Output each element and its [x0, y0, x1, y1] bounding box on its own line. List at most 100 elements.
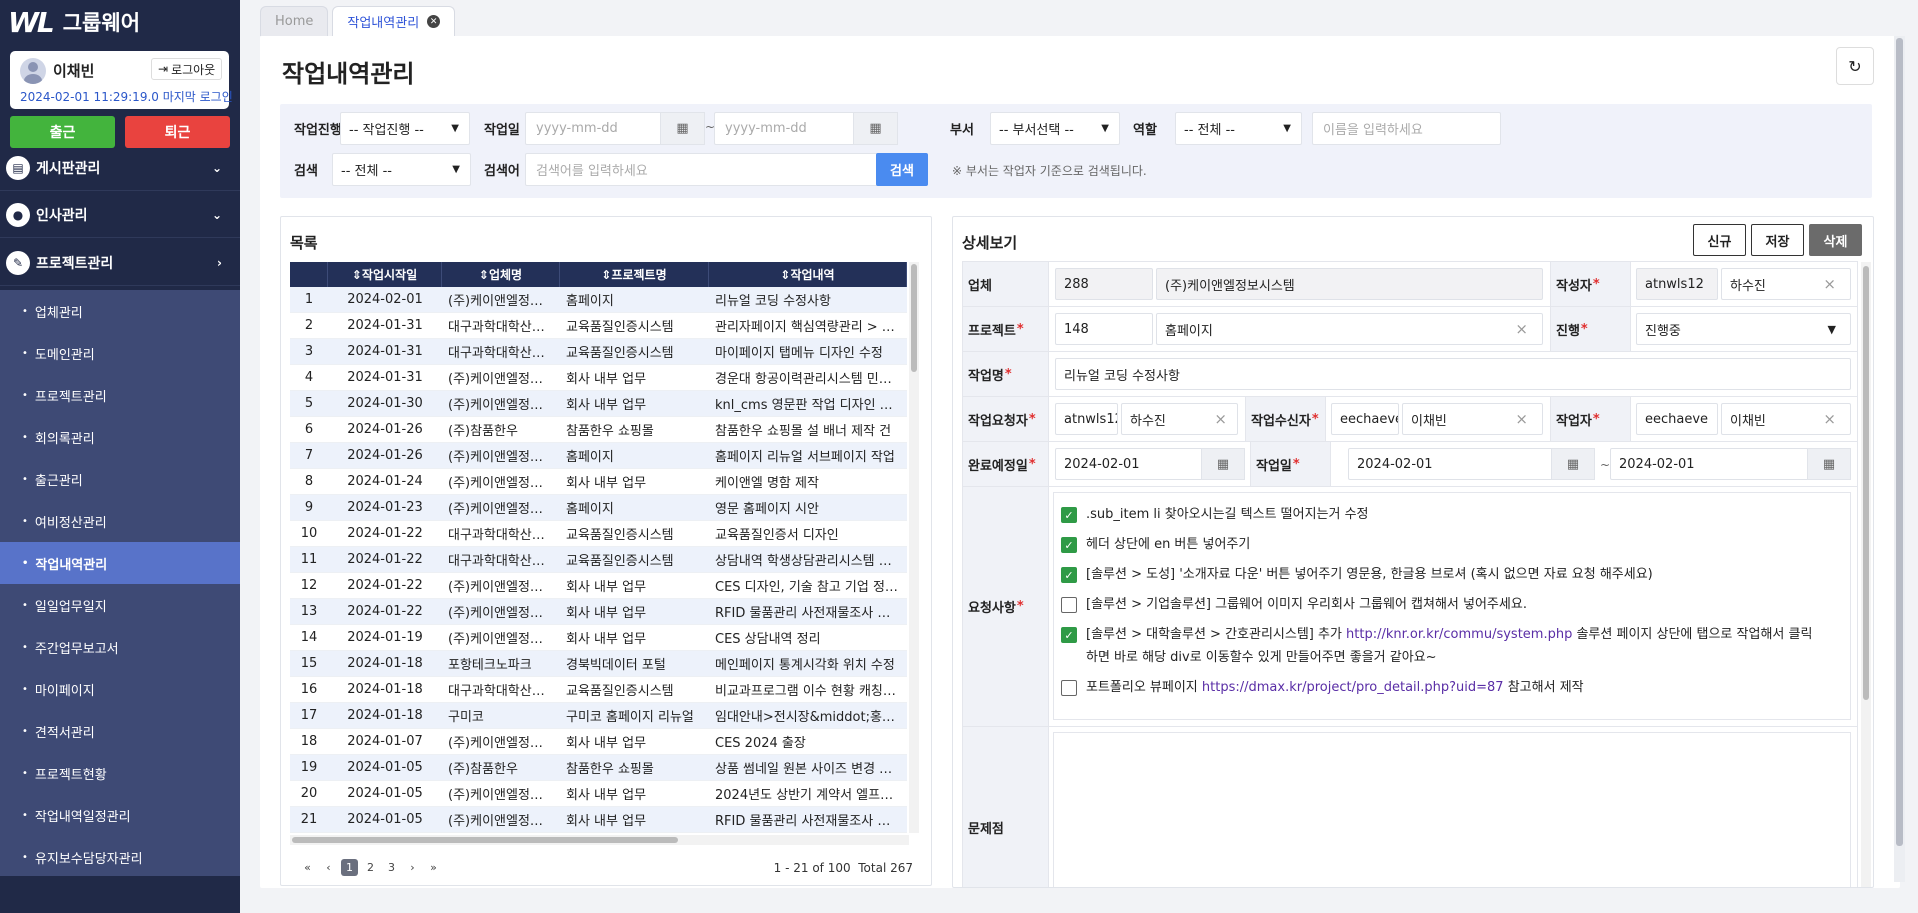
- logout-button[interactable]: ⇥ 로그아웃: [151, 58, 223, 80]
- calendar-icon[interactable]: ▦: [1807, 448, 1851, 480]
- table-row[interactable]: 16 2024-01-18 대구과학대학산… 교육품질인증시스템 비교과프로그램 이수 …: [290, 677, 907, 703]
- list-vertical-scrollbar[interactable]: [909, 262, 919, 833]
- requester-name-field[interactable]: 하수진 ×: [1121, 403, 1238, 435]
- clear-icon[interactable]: ×: [1515, 320, 1528, 338]
- clear-icon[interactable]: ×: [1823, 275, 1836, 293]
- table-row[interactable]: 3 2024-01-31 대구과학대학산… 교육품질인증시스템 마이페이지 탭메뉴 디자…: [290, 339, 907, 365]
- request-link[interactable]: https://dmax.kr/project/pro_detail.php?u…: [1202, 680, 1504, 695]
- keyword-input[interactable]: 검색어를 입력하세요: [525, 153, 880, 186]
- column-header-start-date[interactable]: ⇕ 작업시작일: [328, 262, 442, 287]
- name-input[interactable]: 이름을 입력하세요: [1312, 112, 1501, 145]
- prev-page-button[interactable]: ‹: [320, 859, 337, 876]
- table-row[interactable]: 13 2024-01-22 (주)케이앤엘정… 회사 내부 업무 RFID 물품관리 사…: [290, 599, 907, 625]
- table-row[interactable]: 21 2024-01-05 (주)케이앤엘정… 회사 내부 업무 RFID 물품관리 사…: [290, 807, 907, 833]
- table-row[interactable]: 11 2024-01-22 대구과학대학산… 교육품질인증시스템 상담내역 학생상담관리…: [290, 547, 907, 573]
- clock-in-button[interactable]: 출근: [10, 116, 115, 148]
- column-header-company[interactable]: ⇕ 업체명: [442, 262, 560, 287]
- tab-home[interactable]: Home: [260, 6, 329, 36]
- table-row[interactable]: 12 2024-01-22 (주)케이앤엘정… 회사 내부 업무 CES 디자인, 기술…: [290, 573, 907, 599]
- app-logo[interactable]: WL 그룹웨어: [0, 0, 240, 44]
- page-button[interactable]: 3: [383, 859, 400, 876]
- table-row[interactable]: 9 2024-01-23 (주)케이앤엘정… 홈페이지 영문 홈페이지 시안: [290, 495, 907, 521]
- company-code-field[interactable]: 288: [1055, 268, 1153, 300]
- clear-icon[interactable]: ×: [1823, 410, 1836, 428]
- table-row[interactable]: 8 2024-01-24 (주)케이앤엘정… 회사 내부 업무 케이앤엘 명함 제작: [290, 469, 907, 495]
- sidebar-item-weekly-report[interactable]: 주간업무보고서: [0, 626, 240, 668]
- clock-out-button[interactable]: 퇴근: [125, 116, 230, 148]
- menu-group-hr[interactable]: ● 인사관리 ⌄: [0, 192, 240, 238]
- sidebar-item-project[interactable]: 프로젝트관리: [0, 374, 240, 416]
- project-code-field[interactable]: 148: [1055, 313, 1153, 345]
- new-button[interactable]: 신규: [1693, 224, 1746, 256]
- writer-id-field[interactable]: atnwls12: [1636, 268, 1718, 300]
- table-row[interactable]: 4 2024-01-31 (주)케이앤엘정… 회사 내부 업무 경운대 항공이력관리시스…: [290, 365, 907, 391]
- table-row[interactable]: 20 2024-01-05 (주)케이앤엘정… 회사 내부 업무 2024년도 상반기 …: [290, 781, 907, 807]
- menu-group-board[interactable]: ▤ 게시판관리 ⌄: [0, 145, 240, 191]
- table-row[interactable]: 17 2024-01-18 구미코 구미코 홈페이지 리뉴얼 임대안내>전시장&midd…: [290, 703, 907, 729]
- requester-id-field[interactable]: atnwls12: [1055, 403, 1118, 435]
- problem-textarea[interactable]: [1053, 732, 1851, 887]
- menu-group-project[interactable]: ✎ 프로젝트관리 ›: [0, 240, 240, 286]
- calendar-icon[interactable]: ▦: [853, 112, 898, 145]
- save-button[interactable]: 저장: [1751, 224, 1804, 256]
- sidebar-item-estimate[interactable]: 견적서관리: [0, 710, 240, 752]
- table-row[interactable]: 18 2024-01-07 (주)케이앤엘정… 회사 내부 업무 CES 2024 출장: [290, 729, 907, 755]
- calendar-icon[interactable]: ▦: [1201, 448, 1245, 480]
- column-header-work[interactable]: ⇕ 작업내역: [709, 262, 907, 287]
- project-name-field[interactable]: 홈페이지 ×: [1156, 313, 1543, 345]
- page-button[interactable]: 1: [341, 859, 358, 876]
- list-horizontal-scrollbar[interactable]: [290, 835, 909, 845]
- page-vertical-scrollbar[interactable]: [1894, 36, 1905, 882]
- search-type-select[interactable]: -- 전체 -- ▼: [332, 153, 471, 186]
- writer-name-field[interactable]: 하수진 ×: [1721, 268, 1851, 300]
- sidebar-item-daily-log[interactable]: 일일업무일지: [0, 584, 240, 626]
- dept-select[interactable]: -- 부서선택 -- ▼: [990, 112, 1120, 145]
- detail-vertical-scrollbar[interactable]: [1861, 262, 1871, 887]
- sidebar-item-work-schedule[interactable]: 작업내역일정관리: [0, 794, 240, 836]
- table-row[interactable]: 6 2024-01-26 (주)참품한우 참품한우 쇼핑몰 참품한우 쇼핑몰 설 배너 …: [290, 417, 907, 443]
- checkbox[interactable]: ✓: [1061, 507, 1077, 523]
- column-header-project[interactable]: ⇕ 프로젝트명: [560, 262, 709, 287]
- company-name-field[interactable]: (주)케이앤엘정보시스템: [1156, 268, 1543, 300]
- table-row[interactable]: 19 2024-01-05 (주)참품한우 참품한우 쇼핑몰 상품 썸네일 원본 사이즈…: [290, 755, 907, 781]
- table-row[interactable]: 5 2024-01-30 (주)케이앤엘정… 회사 내부 업무 knl_cms 영문판 …: [290, 391, 907, 417]
- checkbox[interactable]: [1061, 680, 1077, 696]
- sidebar-item-mypage[interactable]: 마이페이지: [0, 668, 240, 710]
- date-from-input[interactable]: yyyy-mm-dd: [525, 112, 665, 145]
- sidebar-item-project-status[interactable]: 프로젝트현황: [0, 752, 240, 794]
- refresh-button[interactable]: ↻: [1836, 47, 1874, 85]
- date-to-input[interactable]: yyyy-mm-dd: [714, 112, 857, 145]
- worker-id-field[interactable]: eechaeve: [1636, 403, 1718, 435]
- table-row[interactable]: 10 2024-01-22 대구과학대학산… 교육품질인증시스템 교육품질인증서 디자인: [290, 521, 907, 547]
- receiver-id-field[interactable]: eechaeve: [1331, 403, 1399, 435]
- sidebar-item-maintenance[interactable]: 유지보수담당자관리: [0, 836, 240, 878]
- sidebar-item-company[interactable]: 업체관리: [0, 290, 240, 332]
- table-row[interactable]: 1 2024-02-01 (주)케이앤엘정… 홈페이지 리뉴얼 코딩 수정사항: [290, 287, 907, 313]
- tab-work-history[interactable]: 작업내역관리 ✕: [332, 6, 456, 36]
- request-link[interactable]: http://knr.or.kr/commu/system.php: [1346, 627, 1572, 642]
- page-button[interactable]: 2: [362, 859, 379, 876]
- progress-select[interactable]: -- 작업진행 -- ▼: [340, 112, 470, 145]
- table-row[interactable]: 14 2024-01-19 (주)케이앤엘정… 회사 내부 업무 CES 상담내역 정리: [290, 625, 907, 651]
- table-row[interactable]: 2 2024-01-31 대구과학대학산… 교육품질인증시스템 관리자페이지 핵심역량관…: [290, 313, 907, 339]
- checkbox[interactable]: ✓: [1061, 537, 1077, 553]
- sidebar-item-work-history[interactable]: 작업내역관리: [0, 542, 240, 584]
- sidebar-item-meeting[interactable]: 회의록관리: [0, 416, 240, 458]
- next-page-button[interactable]: ›: [404, 859, 421, 876]
- work-name-input[interactable]: 리뉴얼 코딩 수정사항: [1055, 358, 1851, 390]
- sidebar-item-attendance[interactable]: 출근관리: [0, 458, 240, 500]
- clear-icon[interactable]: ×: [1515, 410, 1528, 428]
- status-select[interactable]: 진행중 ▼: [1636, 313, 1851, 345]
- checkbox[interactable]: ✓: [1061, 627, 1077, 643]
- search-button[interactable]: 검색: [876, 153, 928, 186]
- worker-name-field[interactable]: 이채빈 ×: [1721, 403, 1851, 435]
- checkbox[interactable]: ✓: [1061, 567, 1077, 583]
- close-icon[interactable]: ✕: [427, 15, 441, 28]
- sidebar-item-expense[interactable]: 여비정산관리: [0, 500, 240, 542]
- first-page-button[interactable]: «: [299, 859, 316, 876]
- receiver-name-field[interactable]: 이채빈 ×: [1402, 403, 1543, 435]
- checkbox[interactable]: [1061, 597, 1077, 613]
- calendar-icon[interactable]: ▦: [660, 112, 705, 145]
- role-select[interactable]: -- 전체 -- ▼: [1175, 112, 1302, 145]
- last-page-button[interactable]: »: [425, 859, 442, 876]
